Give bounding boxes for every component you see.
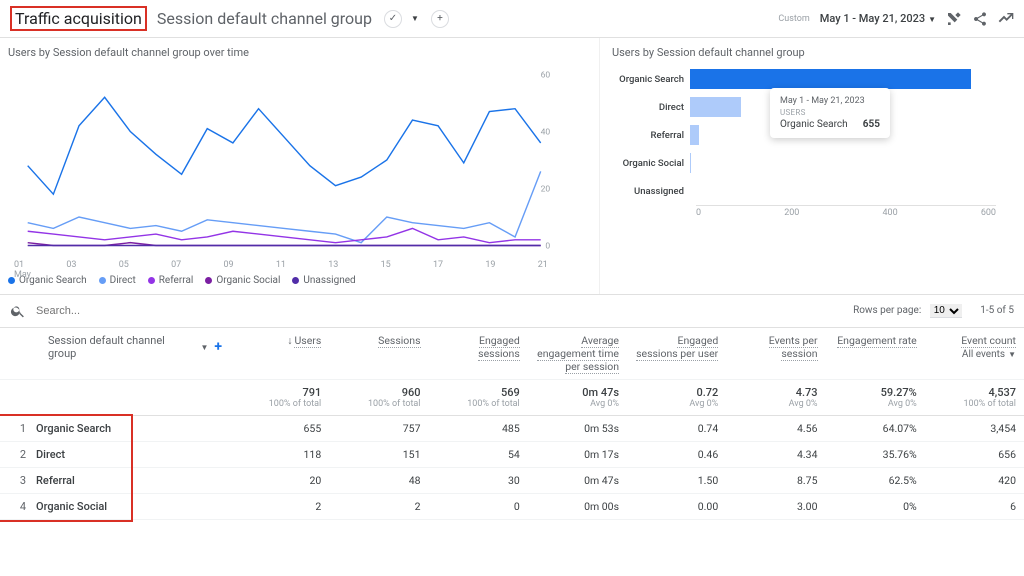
bar-chart-panel: Users by Session default channel group O… — [600, 38, 1024, 294]
col-engagement-rate[interactable]: Engagement rate — [826, 328, 925, 380]
event-count-filter[interactable]: All events▼ — [962, 349, 1016, 360]
table-row[interactable]: 4Organic Social 2200m 00s0.003.000%6 — [0, 494, 1024, 520]
rows-per-page-select[interactable]: 10 — [930, 304, 962, 318]
bar-label: Unassigned — [612, 186, 690, 197]
table-toolbar: Rows per page: 10 1-5 of 5 — [0, 295, 1024, 328]
search-input[interactable] — [32, 301, 853, 321]
table-header-row: Session default channel group▼ + Users S… — [0, 328, 1024, 380]
col-event-count[interactable]: Event count All events▼ — [925, 328, 1024, 380]
bar-row[interactable]: Unassigned — [612, 177, 1012, 205]
date-range-button[interactable]: May 1 - May 21, 2023▼ — [820, 12, 936, 25]
svg-text:40: 40 — [541, 127, 551, 137]
top-bar-right: Custom May 1 - May 21, 2023▼ — [778, 11, 1014, 27]
date-range-type: Custom — [778, 14, 809, 24]
bar-label: Organic Search — [612, 74, 690, 85]
svg-text:60: 60 — [541, 70, 551, 80]
line-chart-x-ticks: 0103050709111315171921 — [8, 260, 548, 270]
tooltip-value: 655 — [863, 119, 880, 130]
rows-per-page: Rows per page: 10 1-5 of 5 — [853, 304, 1014, 318]
check-icon[interactable]: ✓ — [384, 10, 402, 28]
page-title: Traffic acquisition — [15, 9, 142, 28]
bar-row[interactable]: Organic Social — [612, 149, 1012, 177]
pager-range: 1-5 of 5 — [980, 305, 1014, 316]
col-avg-engagement-time[interactable]: Average engagement time per session — [528, 328, 627, 380]
tooltip-metric: USERS — [780, 108, 880, 117]
charts-area: Users by Session default channel group o… — [0, 38, 1024, 295]
table-summary-row: 791100% of total960100% of total569100% … — [0, 380, 1024, 416]
search-icon[interactable] — [10, 303, 26, 319]
share-icon[interactable] — [972, 11, 988, 27]
bar-label: Organic Social — [612, 158, 690, 169]
dimension-header[interactable]: Session default channel group▼ + — [8, 334, 222, 360]
tooltip-label: Organic Search — [780, 119, 848, 130]
line-chart-title: Users by Session default channel group o… — [8, 46, 595, 59]
col-engaged-sessions[interactable]: Engaged sessions — [429, 328, 528, 380]
table-row[interactable]: 2Direct 118151540m 17s0.464.3435.76%656 — [0, 442, 1024, 468]
bar-chart-title: Users by Session default channel group — [612, 46, 1012, 59]
insights-icon[interactable] — [998, 11, 1014, 27]
bar-label: Direct — [612, 102, 690, 113]
page-title-group: Traffic acquisition Session default chan… — [10, 6, 449, 31]
bar-chart-tooltip: May 1 - May 21, 2023 USERS Organic Searc… — [770, 88, 890, 138]
dropdown-icon[interactable]: ▼ — [411, 14, 419, 23]
line-chart-panel: Users by Session default channel group o… — [0, 38, 600, 294]
add-dimension-button[interactable]: + — [214, 339, 222, 355]
line-chart[interactable]: 0204060 0103050709111315171921May — [8, 65, 595, 265]
page-subtitle: Session default channel group — [157, 9, 372, 28]
col-users[interactable]: Users — [230, 328, 329, 380]
svg-text:20: 20 — [541, 184, 551, 194]
table-row[interactable]: 3Referral 2048300m 47s1.508.7562.5%420 — [0, 468, 1024, 494]
table-row[interactable]: 1Organic Search 6557574850m 53s0.744.566… — [0, 416, 1024, 442]
customize-report-icon[interactable] — [946, 11, 962, 27]
line-chart-svg: 0 20 40 60 — [8, 65, 568, 255]
tooltip-date: May 1 - May 21, 2023 — [780, 96, 880, 106]
data-table: Session default channel group▼ + Users S… — [0, 328, 1024, 520]
bar-label: Referral — [612, 130, 690, 141]
col-sessions[interactable]: Sessions — [329, 328, 428, 380]
add-comparison-button[interactable]: + — [431, 10, 449, 28]
bar-chart-x-axis: 0200400600 — [696, 205, 996, 218]
top-bar: Traffic acquisition Session default chan… — [0, 0, 1024, 38]
svg-text:0: 0 — [545, 241, 550, 251]
col-engaged-sessions-per-user[interactable]: Engaged sessions per user — [627, 328, 726, 380]
highlight-box-title: Traffic acquisition — [10, 6, 147, 31]
col-events-per-session[interactable]: Events per session — [726, 328, 825, 380]
